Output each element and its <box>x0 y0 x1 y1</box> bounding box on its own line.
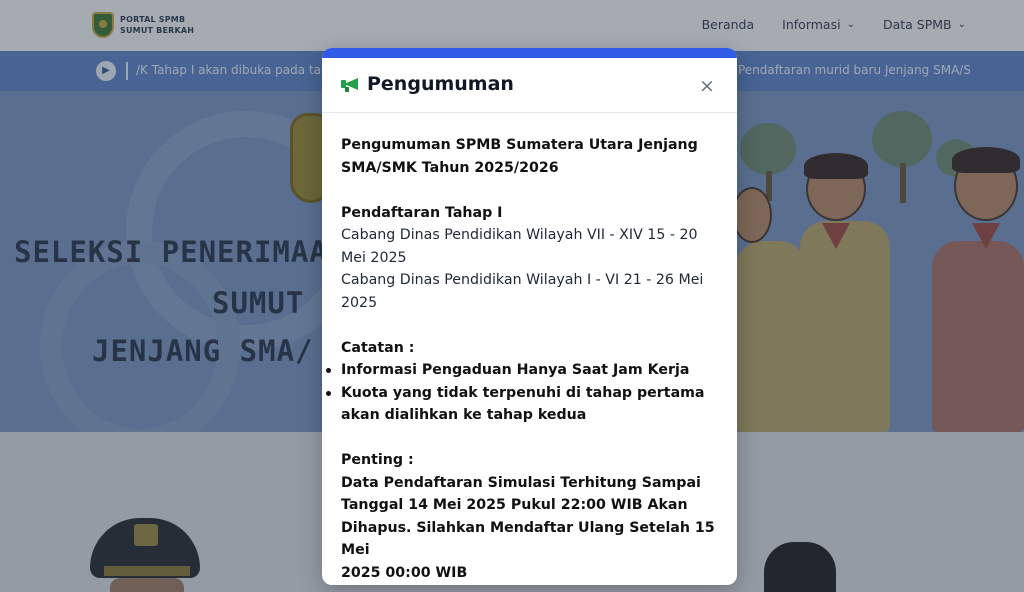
modal-title-group: Pengumuman <box>341 73 514 95</box>
important-line: Tanggal 14 Mei 2025 Pukul 22:00 WIB Akan <box>341 497 688 513</box>
announcement-heading: Pengumuman SPMB Sumatera Utara Jenjang S… <box>341 134 721 179</box>
important-line: Dihapus. Silahkan Mendaftar Ulang Setela… <box>341 519 715 559</box>
notes-item: Informasi Pengaduan Hanya Saat Jam Kerja <box>326 359 721 382</box>
important-label: Penting : <box>341 452 414 468</box>
registration-label: Pendaftaran Tahap I <box>341 204 503 221</box>
notes-item-text: akan dialihkan ke tahap kedua <box>341 407 587 423</box>
notes-item-text: Informasi Pengaduan Hanya Saat Jam Kerja <box>341 362 690 378</box>
important-text: Data Pendaftaran Simulasi Terhitung Samp… <box>341 472 721 585</box>
modal-header: Pengumuman × <box>322 58 737 113</box>
modal-title: Pengumuman <box>367 73 514 95</box>
megaphone-icon <box>341 76 359 92</box>
notes-item: Kuota yang tidak terpenuhi di tahap pert… <box>326 382 721 427</box>
registration-line: 2025 <box>341 294 378 311</box>
notes-item-text: Kuota yang tidak terpenuhi di tahap pert… <box>341 384 705 401</box>
registration-line: Mei 2025 <box>341 249 407 266</box>
registration-line: Cabang Dinas Pendidikan Wilayah VII - XI… <box>341 227 698 243</box>
important-line: 2025 00:00 WIB <box>341 564 468 581</box>
modal-accent-bar <box>322 48 737 58</box>
notes-label: Catatan : <box>341 339 415 356</box>
close-button[interactable]: × <box>697 76 717 96</box>
heading-line: Pengumuman SPMB Sumatera Utara Jenjang <box>341 137 698 153</box>
modal-body: Pengumuman SPMB Sumatera Utara Jenjang S… <box>326 134 721 585</box>
heading-line: SMA/SMK Tahun 2025/2026 <box>341 159 559 176</box>
notes-list: Informasi Pengaduan Hanya Saat Jam Kerja… <box>326 359 721 427</box>
announcement-modal: Pengumuman × Pengumuman SPMB Sumatera Ut… <box>322 48 737 585</box>
registration-line: Cabang Dinas Pendidikan Wilayah I - VI 2… <box>341 272 704 288</box>
important-line: Data Pendaftaran Simulasi Terhitung Samp… <box>341 474 701 491</box>
